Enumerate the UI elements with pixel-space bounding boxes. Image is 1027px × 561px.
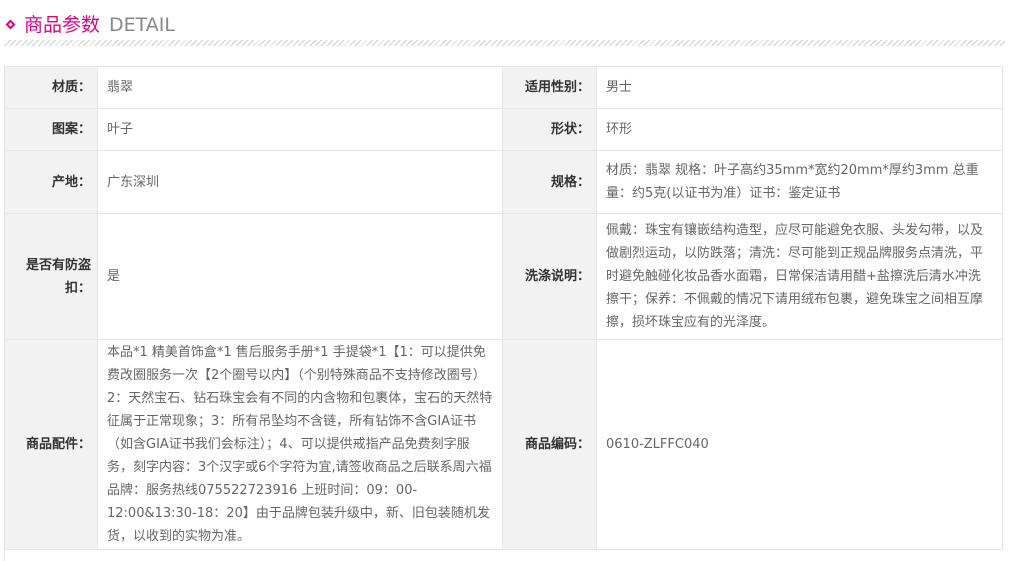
- header-divider: [4, 40, 1005, 46]
- accessories-value: 本品*1 精美首饰盒*1 售后服务手册*1 手提袋*1【1：可以提供免费改圈服务…: [98, 340, 503, 550]
- care-value: 佩戴：珠宝有镶嵌结构造型，应尽可能避免衣服、头发勾带，以及做剧烈运动，以防跌落；…: [597, 214, 1003, 340]
- gender-label: 适用性别：: [503, 67, 597, 109]
- material-value: 翡翠: [98, 67, 503, 109]
- section-title: 商品参数: [24, 14, 101, 36]
- pattern-label: 图案：: [5, 109, 98, 151]
- section-subtitle: DETAIL: [109, 14, 175, 36]
- care-label: 洗涤说明：: [503, 214, 597, 340]
- code-value: 0610-ZLFFC040: [597, 340, 1003, 550]
- antitheft-value: 是: [98, 214, 503, 340]
- origin-value: 广东深圳: [98, 151, 503, 214]
- accessories-label: 商品配件：: [5, 340, 98, 550]
- material-label: 材质：: [5, 67, 98, 109]
- code-label: 商品编码：: [503, 340, 597, 550]
- pattern-value: 叶子: [98, 109, 503, 151]
- spec-value: 材质：翡翠 规格：叶子高约35mm*宽约20mm*厚约3mm 总重量：约5克(以…: [597, 151, 1003, 214]
- spec-label: 规格：: [503, 151, 597, 214]
- section-header: 商品参数 DETAIL: [4, 12, 1005, 42]
- origin-label: 产地：: [5, 151, 98, 214]
- shape-value: 环形: [597, 109, 1003, 151]
- gender-value: 男士: [597, 67, 1003, 109]
- antitheft-label: 是否有防盗扣：: [5, 214, 98, 340]
- detail-table: 材质： 翡翠 适用性别： 男士 图案： 叶子 形状： 环形 产地： 广东深圳 规…: [4, 66, 1003, 561]
- shape-label: 形状：: [503, 109, 597, 151]
- diamond-icon: [5, 19, 16, 30]
